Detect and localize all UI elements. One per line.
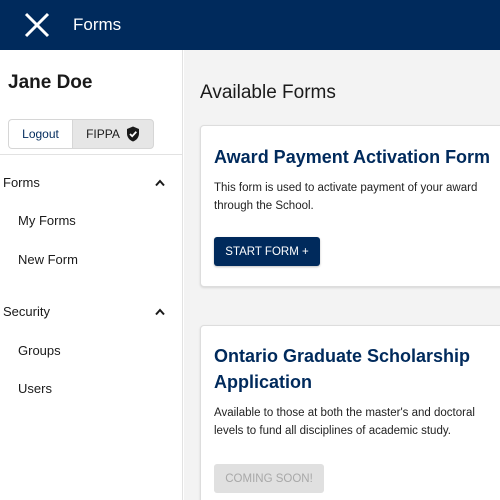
card-description-line: levels to fund all disciplines of academ…: [214, 425, 451, 437]
sidebar-item-users[interactable]: Users: [18, 381, 52, 396]
app-title: Forms: [73, 15, 122, 34]
card-description: This form is used to activate payment of…: [214, 179, 494, 215]
start-form-button[interactable]: START FORM +: [214, 237, 320, 266]
main-content: Available Forms Award Payment Activation…: [184, 50, 500, 500]
card-description-line: This form is used to activate payment of…: [214, 182, 478, 194]
close-icon[interactable]: [23, 11, 51, 39]
form-card: Award Payment Activation Form This form …: [200, 125, 500, 287]
card-description-line: Available to those at both the master's …: [214, 407, 475, 419]
sidebar-item-my-forms[interactable]: My Forms: [18, 213, 76, 228]
coming-soon-button: COMING SOON!: [214, 464, 324, 493]
card-title-line: Ontario Graduate Scholarship: [214, 346, 471, 366]
sidebar-item-groups[interactable]: Groups: [18, 343, 61, 358]
chevron-up-icon: [155, 308, 165, 316]
card-description: Available to those at both the master's …: [214, 404, 494, 440]
card-title-line: Application: [214, 372, 312, 392]
fippa-button[interactable]: FIPPA: [72, 119, 154, 149]
section-forms-label: Forms: [3, 175, 40, 190]
shield-check-icon: [126, 126, 139, 142]
section-security-label: Security: [3, 304, 50, 319]
logout-button[interactable]: Logout: [8, 119, 72, 149]
section-security[interactable]: Security: [0, 300, 183, 324]
sidebar-divider: [0, 154, 183, 155]
card-title: Ontario Graduate Scholarship Application: [214, 343, 470, 395]
fippa-label: FIPPA: [86, 127, 120, 141]
form-card: Ontario Graduate Scholarship Application…: [200, 325, 500, 500]
card-description-line: through the School.: [214, 200, 314, 212]
app-header: Forms: [0, 0, 500, 50]
user-name: Jane Doe: [8, 72, 93, 93]
sidebar-item-new-form[interactable]: New Form: [18, 252, 78, 267]
page-title: Available Forms: [200, 82, 336, 103]
chevron-up-icon: [155, 179, 165, 187]
section-forms[interactable]: Forms: [0, 171, 183, 195]
card-title: Award Payment Activation Form: [214, 147, 491, 167]
sidebar: Jane Doe Logout FIPPA Forms My Forms New…: [0, 50, 183, 500]
